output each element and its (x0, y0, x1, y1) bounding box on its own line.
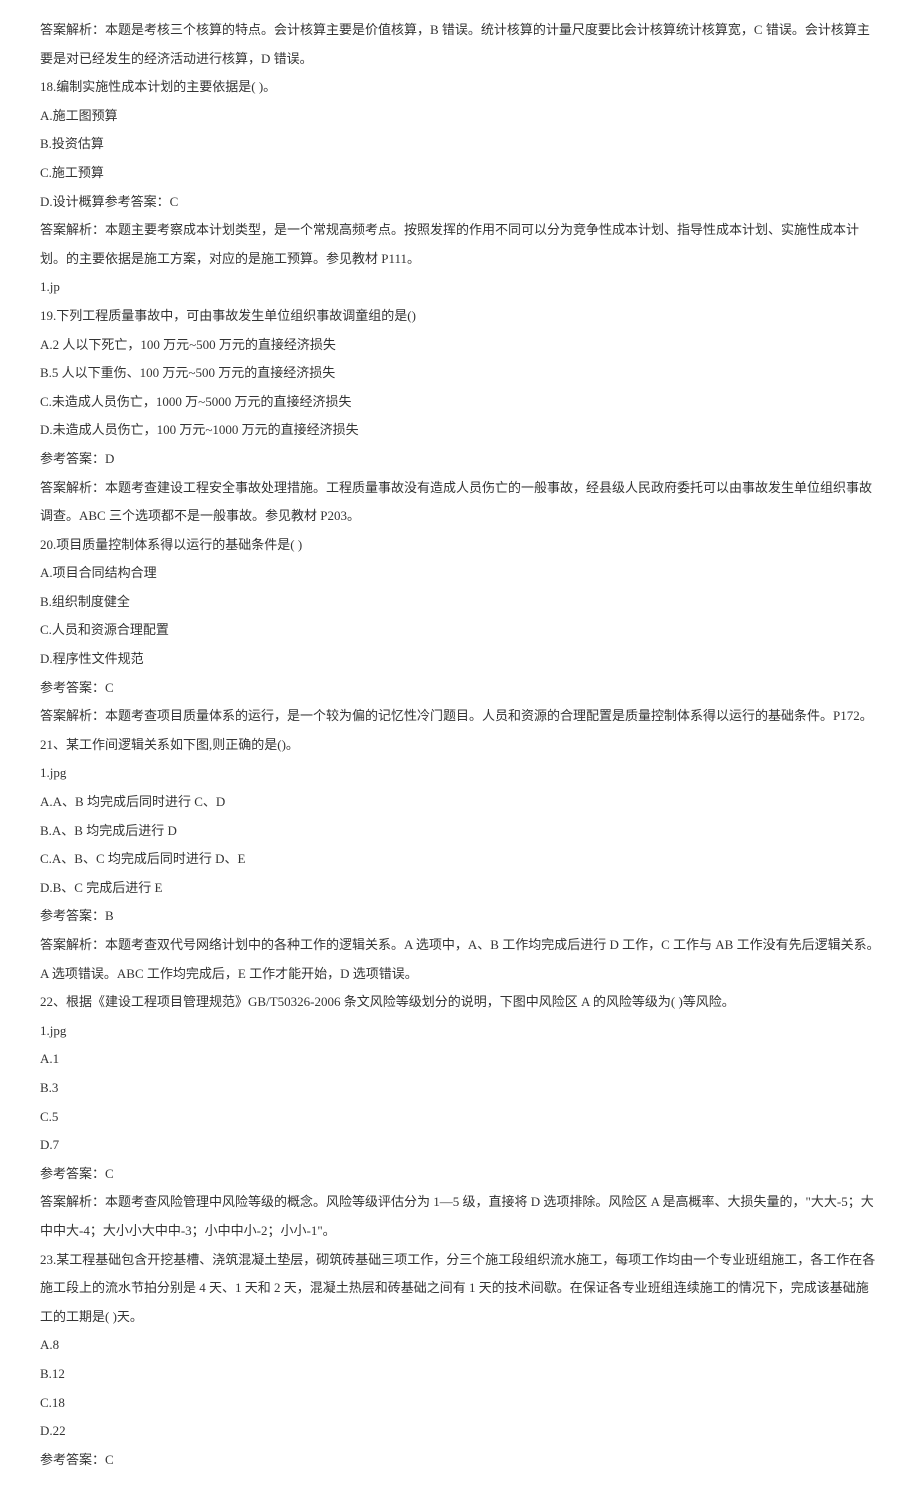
text-line: A.8 (40, 1331, 880, 1360)
text-line: A.A、B 均完成后同时进行 C、D (40, 788, 880, 817)
text-line: C.人员和资源合理配置 (40, 616, 880, 645)
text-line: 参考答案：C (40, 1446, 880, 1475)
text-line: 21、某工作间逻辑关系如下图,则正确的是()。 (40, 731, 880, 760)
text-line: D.22 (40, 1417, 880, 1446)
text-line: B.12 (40, 1360, 880, 1389)
text-line: 19.下列工程质量事故中，可由事故发生单位组织事故调童组的是() (40, 302, 880, 331)
text-line: D.未造成人员伤亡，100 万元~1000 万元的直接经济损失 (40, 416, 880, 445)
text-line: 参考答案：B (40, 902, 880, 931)
text-line: B.A、B 均完成后进行 D (40, 817, 880, 846)
text-line: 答案解析：本题考查项目质量体系的运行，是一个较为偏的记忆性冷门题目。人员和资源的… (40, 702, 880, 731)
text-line: 20.项目质量控制体系得以运行的基础条件是( ) (40, 531, 880, 560)
text-line: C.5 (40, 1103, 880, 1132)
text-line: 1.jpg (40, 1017, 880, 1046)
text-line: 23.某工程基础包含开挖基槽、浇筑混凝土垫层，砌筑砖基础三项工作，分三个施工段组… (40, 1246, 880, 1332)
text-line: B.3 (40, 1074, 880, 1103)
text-line: A.施工图预算 (40, 102, 880, 131)
text-line: C.18 (40, 1389, 880, 1418)
text-line: A.项目合同结构合理 (40, 559, 880, 588)
text-line: C.A、B、C 均完成后同时进行 D、E (40, 845, 880, 874)
text-line: D.设计概算参考答案：C (40, 188, 880, 217)
text-line: 答案解析：本题考查双代号网络计划中的各种工作的逻辑关系。A 选项中，A、B 工作… (40, 931, 880, 988)
text-line: 18.编制实施性成本计划的主要依据是( )。 (40, 73, 880, 102)
text-line: D.程序性文件规范 (40, 645, 880, 674)
text-line: C.未造成人员伤亡，1000 万~5000 万元的直接经济损失 (40, 388, 880, 417)
text-line: 答案解析：本题考查建设工程安全事故处理措施。工程质量事故没有造成人员伤亡的一般事… (40, 474, 880, 531)
text-line: 1.jp (40, 273, 880, 302)
document-body: 答案解析：本题是考核三个核算的特点。会计核算主要是价值核算，B 错误。统计核算的… (40, 16, 880, 1474)
text-line: 参考答案：D (40, 445, 880, 474)
text-line: B.投资估算 (40, 130, 880, 159)
text-line: D.7 (40, 1131, 880, 1160)
text-line: 22、根据《建设工程项目管理规范》GB/T50326-2006 条文风险等级划分… (40, 988, 880, 1017)
text-line: 答案解析：本题是考核三个核算的特点。会计核算主要是价值核算，B 错误。统计核算的… (40, 16, 880, 73)
text-line: A.2 人以下死亡，100 万元~500 万元的直接经济损失 (40, 331, 880, 360)
text-line: D.B、C 完成后进行 E (40, 874, 880, 903)
text-line: A.1 (40, 1045, 880, 1074)
text-line: 参考答案：C (40, 1160, 880, 1189)
text-line: C.施工预算 (40, 159, 880, 188)
text-line: B.组织制度健全 (40, 588, 880, 617)
text-line: 答案解析：本题主要考察成本计划类型，是一个常规高频考点。按照发挥的作用不同可以分… (40, 216, 880, 273)
text-line: 答案解析：本题考查风险管理中风险等级的概念。风险等级评估分为 1—5 级，直接将… (40, 1188, 880, 1245)
text-line: 1.jpg (40, 759, 880, 788)
text-line: 参考答案：C (40, 674, 880, 703)
text-line: B.5 人以下重伤、100 万元~500 万元的直接经济损失 (40, 359, 880, 388)
